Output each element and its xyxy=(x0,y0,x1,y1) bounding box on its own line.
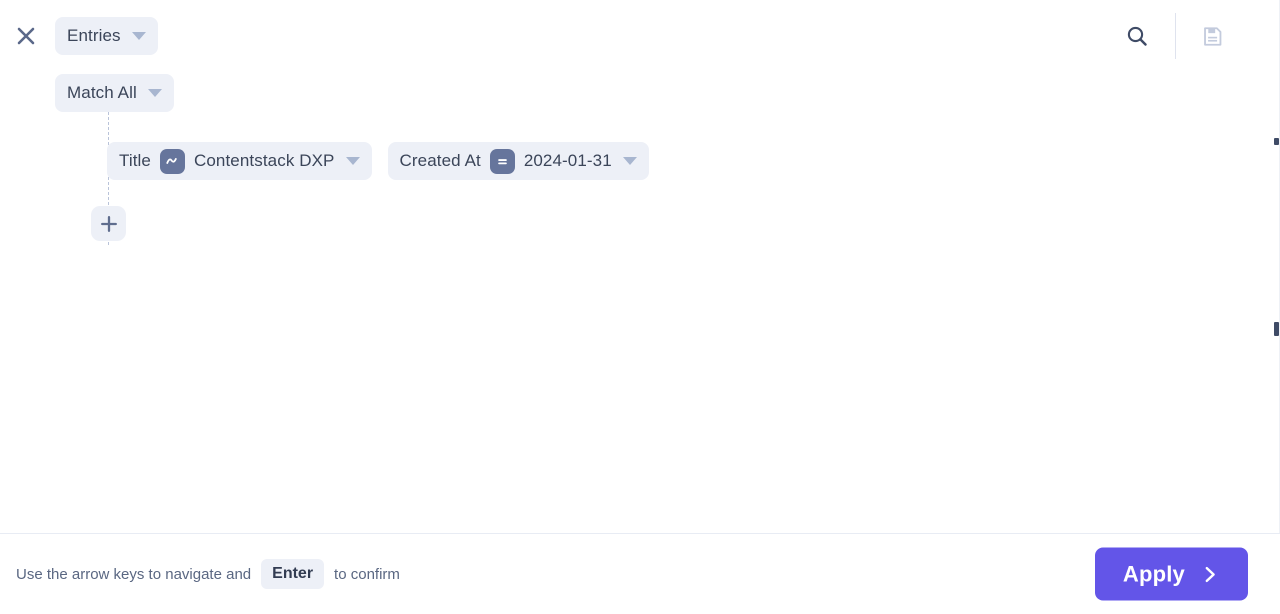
condition-field-label: Title xyxy=(119,151,151,170)
builder-header: Entries Match All xyxy=(0,0,1280,112)
operator-contains-icon[interactable] xyxy=(160,148,185,174)
match-type-selector[interactable]: Match All xyxy=(55,74,174,112)
query-builder-panel: Entries Match All Title Contentstack DXP… xyxy=(0,0,1280,533)
chevron-down-icon xyxy=(345,157,360,165)
condition-chip-created-at[interactable]: Created At 2024-01-31 xyxy=(387,142,649,180)
close-icon[interactable] xyxy=(13,23,39,49)
condition-value-label: Contentstack DXP xyxy=(194,151,335,170)
match-type-label: Match All xyxy=(67,83,137,102)
chevron-down-icon xyxy=(131,32,146,40)
condition-list: Title Contentstack DXP Created At 2024-0… xyxy=(107,142,649,180)
apply-button[interactable]: Apply xyxy=(1094,547,1248,601)
apply-button-label: Apply xyxy=(1122,561,1185,586)
header-actions xyxy=(1115,0,1280,72)
keyboard-hint-prefix: Use the arrow keys to navigate and xyxy=(16,565,252,583)
plus-icon xyxy=(100,215,117,232)
chevron-down-icon xyxy=(622,157,637,165)
enter-key-badge: Enter xyxy=(261,559,325,589)
scope-selector-entries[interactable]: Entries xyxy=(55,17,158,55)
operator-equals-icon[interactable] xyxy=(489,148,515,174)
keyboard-hint-suffix: to confirm xyxy=(334,565,400,583)
edge-artifact xyxy=(1274,322,1279,336)
keyboard-hint: Use the arrow keys to navigate and Enter… xyxy=(16,559,400,589)
chevron-right-icon xyxy=(1205,566,1215,582)
scope-selector-label: Entries xyxy=(67,26,121,45)
builder-footer: Use the arrow keys to navigate and Enter… xyxy=(0,533,1280,614)
header-divider xyxy=(1175,13,1176,59)
condition-chip-title[interactable]: Title Contentstack DXP xyxy=(107,142,372,180)
save-disk-icon[interactable] xyxy=(1190,14,1234,58)
edge-artifact xyxy=(1274,138,1279,145)
condition-value-label: 2024-01-31 xyxy=(523,151,612,170)
chevron-down-icon xyxy=(147,89,162,97)
add-condition-button[interactable] xyxy=(91,206,126,241)
condition-field-label: Created At xyxy=(399,151,481,170)
search-icon[interactable] xyxy=(1115,14,1159,58)
